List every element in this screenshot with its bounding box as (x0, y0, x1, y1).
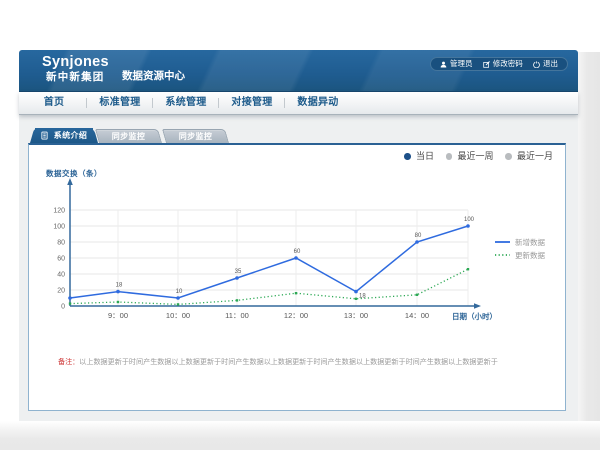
content-area: 系统介绍 同步监控 同步监控 当日 最近一周 (19, 115, 578, 421)
tab-sync-monitor-2[interactable]: 同步监控 (164, 129, 227, 143)
tab-label: 系统介绍 (54, 130, 88, 141)
logout-button[interactable]: 退出 (533, 60, 558, 68)
footnote: 备注：以上数据更新于时间产生数据以上数据更新于时间产生数据以上数据更新于时间产生… (58, 357, 498, 367)
nav-item-standard-mgmt[interactable]: 标准管理 (87, 92, 153, 114)
change-password-label: 修改密码 (493, 60, 523, 68)
logo-text-en: Synjones (42, 55, 109, 70)
svg-text:11：00: 11：00 (225, 311, 249, 320)
svg-text:18: 18 (116, 283, 123, 289)
filter-last-week[interactable]: 最近一周 (446, 152, 494, 161)
radio-dot-icon (505, 153, 512, 160)
logo-text-cn: 新中新集团 (46, 72, 109, 83)
svg-text:更新数据: 更新数据 (515, 250, 545, 260)
footnote-prefix: 备注： (58, 358, 79, 366)
main-nav: 首页 标准管理 系统管理 对接管理 数据异动 (19, 92, 578, 115)
nav-item-data-change[interactable]: 数据异动 (285, 92, 351, 114)
nav-item-interface-mgmt[interactable]: 对接管理 (219, 92, 285, 114)
user-icon (440, 61, 447, 68)
filter-last-month-label: 最近一月 (517, 152, 553, 161)
svg-text:新增数据: 新增数据 (515, 237, 545, 247)
change-password-button[interactable]: 修改密码 (483, 60, 523, 68)
footnote-text: 以上数据更新于时间产生数据以上数据更新于时间产生数据以上数据更新于时间产生数据以… (79, 358, 498, 366)
card-shadow-bottom (0, 421, 600, 450)
nav-item-system-mgmt[interactable]: 系统管理 (153, 92, 219, 114)
svg-text:10: 10 (176, 289, 183, 295)
svg-text:120: 120 (53, 208, 65, 215)
svg-text:100: 100 (53, 224, 65, 231)
tab-sync-monitor-1[interactable]: 同步监控 (97, 129, 160, 143)
svg-text:日期（小时）: 日期（小时） (452, 311, 497, 321)
tab-label: 同步监控 (97, 129, 160, 143)
nav-list: 首页 标准管理 系统管理 对接管理 数据异动 (19, 92, 578, 114)
svg-text:60: 60 (57, 256, 65, 263)
document-icon (41, 131, 48, 140)
app-header: Synjones 新中新集团 数据资源中心 管理员 修改密码 退出 (19, 50, 578, 92)
page-canvas: Synjones 新中新集团 数据资源中心 管理员 修改密码 退出 (0, 0, 600, 450)
line-chart: 0 20 40 60 80 100 120 9：00 10：00 11：00 12：00 13：00 1… (29, 145, 565, 410)
nav-item-home[interactable]: 首页 (21, 92, 87, 114)
range-filters: 当日 最近一周 最近一月 (404, 152, 553, 161)
tab-system-intro[interactable]: 系统介绍 (29, 128, 99, 143)
svg-text:14：00: 14：00 (405, 311, 429, 320)
svg-text:20: 20 (57, 288, 65, 295)
svg-text:12：00: 12：00 (284, 311, 308, 320)
filter-last-month[interactable]: 最近一月 (505, 152, 553, 161)
svg-text:10：00: 10：00 (166, 311, 190, 320)
filter-today[interactable]: 当日 (404, 152, 434, 161)
svg-text:18: 18 (359, 294, 366, 300)
edit-icon (483, 61, 490, 68)
radio-dot-icon (404, 153, 411, 160)
y-axis-title: 数据交换（条） (46, 168, 102, 179)
svg-text:100: 100 (464, 217, 475, 223)
app-window: Synjones 新中新集团 数据资源中心 管理员 修改密码 退出 (19, 50, 578, 421)
card-shadow-right (578, 52, 600, 422)
svg-text:80: 80 (415, 233, 422, 239)
company-logo: Synjones 新中新集团 (42, 55, 109, 82)
filter-today-label: 当日 (416, 152, 434, 161)
svg-text:13：00: 13：00 (344, 311, 368, 320)
user-account-button[interactable]: 管理员 (440, 60, 473, 68)
radio-dot-icon (446, 153, 453, 160)
svg-text:80: 80 (57, 240, 65, 247)
svg-text:60: 60 (294, 249, 301, 255)
svg-text:9：00: 9：00 (108, 311, 128, 320)
svg-text:40: 40 (57, 272, 65, 279)
logout-label: 退出 (543, 60, 558, 68)
user-account-label: 管理员 (450, 60, 473, 68)
power-icon (533, 61, 540, 68)
user-toolbar: 管理员 修改密码 退出 (430, 57, 568, 71)
filter-last-week-label: 最近一周 (457, 152, 493, 161)
svg-text:0: 0 (61, 304, 65, 311)
page-title: 数据资源中心 (122, 68, 185, 83)
tab-label: 同步监控 (164, 129, 227, 143)
chart-panel: 当日 最近一周 最近一月 数据交换（条） 0 20 40 60 80 100 120 9：00… (28, 143, 566, 411)
svg-text:35: 35 (235, 269, 242, 275)
tab-label-row: 系统介绍 (29, 128, 99, 143)
